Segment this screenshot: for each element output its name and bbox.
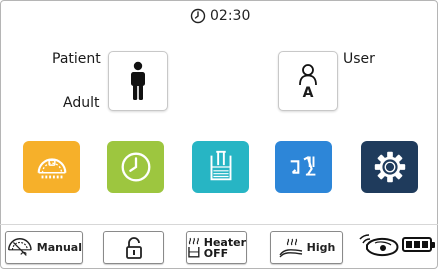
gear-icon xyxy=(374,151,405,183)
plug-connector-icon xyxy=(290,156,315,176)
patient-type-label: Adult xyxy=(63,95,100,111)
connection-tile[interactable] xyxy=(275,141,332,193)
lock-button[interactable] xyxy=(103,231,164,264)
patient-label: Patient xyxy=(52,51,101,67)
patient-selector-button[interactable] xyxy=(108,51,168,111)
dial-gauge-icon xyxy=(37,158,66,179)
therapy-dial-tile[interactable] xyxy=(23,141,80,193)
status-bar: 02:30 xyxy=(0,0,438,30)
humidifier-tile[interactable] xyxy=(192,141,249,193)
battery-icon xyxy=(402,237,435,252)
wireless-sensor-icon xyxy=(359,234,399,257)
humidity-level-button[interactable]: High xyxy=(270,231,343,264)
unlocked-padlock-icon xyxy=(125,236,142,259)
humidity-level-label: High xyxy=(306,241,336,254)
battery-cell xyxy=(406,241,412,248)
clock-icon xyxy=(121,152,150,182)
settings-tile[interactable] xyxy=(361,141,418,193)
sensor-status xyxy=(357,231,401,261)
heater-icon xyxy=(188,237,200,258)
timer-tile[interactable] xyxy=(107,141,164,193)
heater-state: OFF xyxy=(203,246,229,260)
user-badge: A xyxy=(302,84,314,101)
heater-label: Heater xyxy=(203,235,246,249)
clock-icon xyxy=(190,8,206,24)
toolbar-divider xyxy=(0,224,438,225)
manual-mode-label: Manual xyxy=(36,241,82,254)
device-frame xyxy=(0,0,438,269)
water-chamber-icon xyxy=(210,150,231,181)
adult-person-icon xyxy=(131,61,145,100)
manual-mode-icon xyxy=(8,237,32,256)
clock: 02:30 xyxy=(190,7,250,25)
user-label: User xyxy=(343,51,375,67)
heater-text: Heater OFF xyxy=(204,237,246,259)
user-selector-button[interactable]: A xyxy=(278,51,338,111)
battery-cell xyxy=(414,241,420,248)
manual-mode-button[interactable]: Manual xyxy=(5,231,83,264)
time-display: 02:30 xyxy=(210,8,251,24)
humidity-icon xyxy=(279,238,302,257)
battery-cell xyxy=(422,241,428,248)
user-profile-icon xyxy=(299,63,317,85)
heater-button[interactable]: Heater OFF xyxy=(186,231,247,264)
